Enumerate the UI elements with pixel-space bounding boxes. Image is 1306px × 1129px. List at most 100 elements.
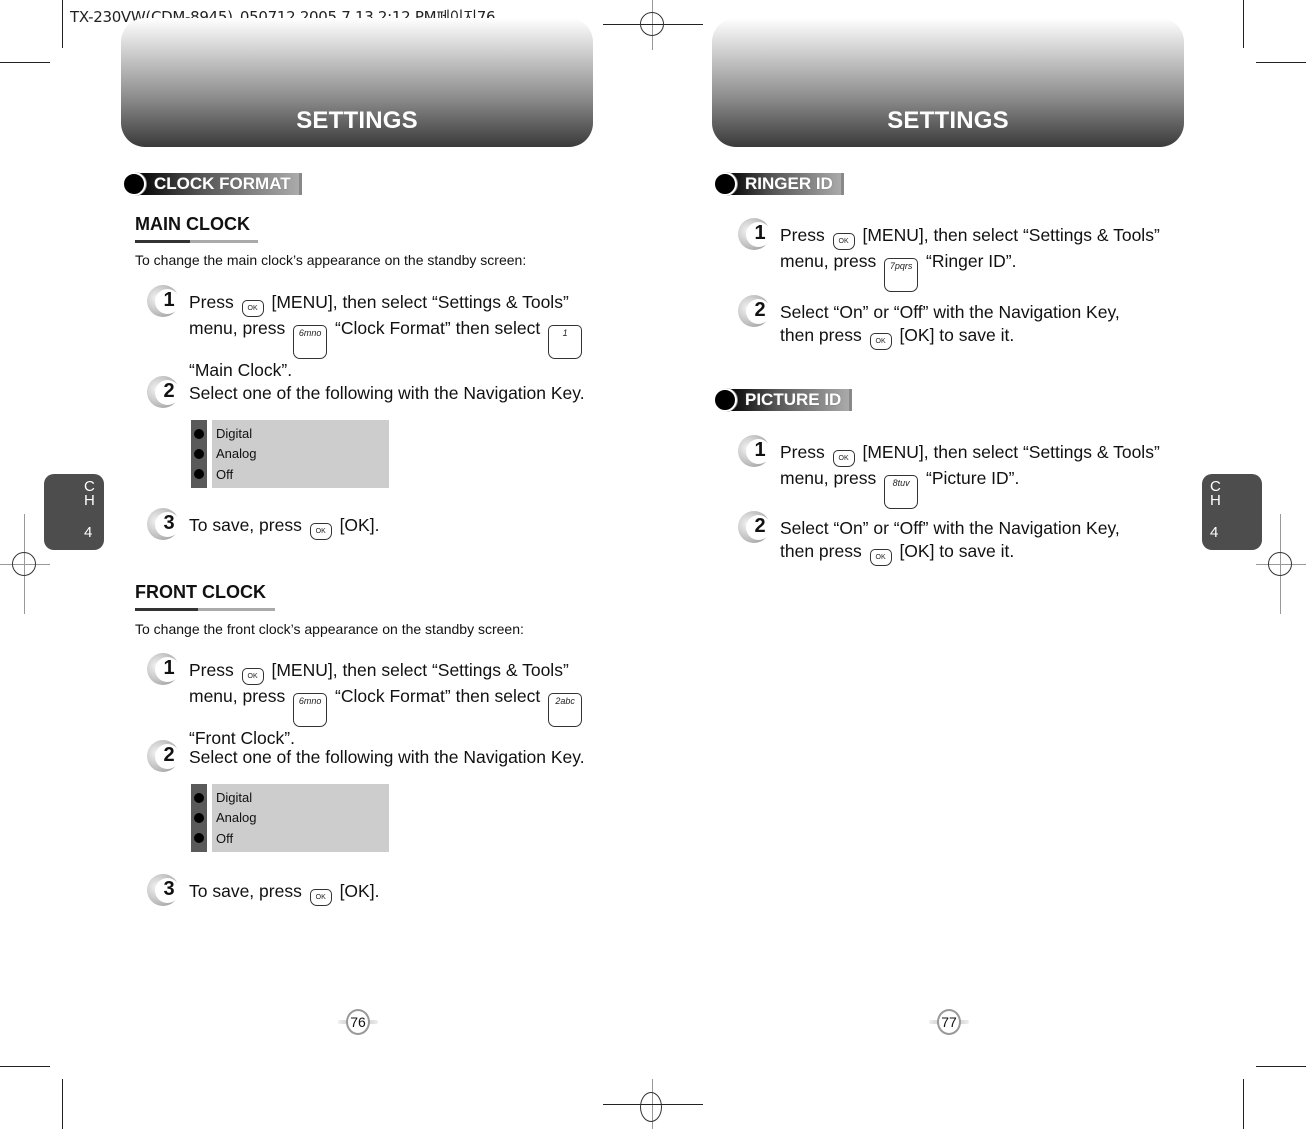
options-list-front-clock: Digital Analog Off	[191, 784, 389, 852]
step-number-badge: 1	[147, 285, 181, 319]
banner-title: SETTINGS	[296, 107, 418, 134]
option-analog[interactable]: Analog	[216, 446, 385, 461]
step-3-front-clock: 3 To save, press OK [OK].	[147, 874, 607, 908]
ok-key-icon: OK	[869, 332, 892, 350]
subheading-label: FRONT CLOCK	[135, 582, 266, 602]
page-number-left: 76	[338, 1009, 378, 1035]
chapter-tab-letters: CH	[84, 479, 95, 509]
step-text: Press OK [MENU], then select “Settings &…	[189, 291, 607, 382]
step-2-main-clock: 2 Select one of the following with the N…	[147, 376, 617, 410]
ok-key-icon: OK	[832, 233, 855, 250]
registration-mark	[1268, 552, 1292, 576]
bullet-icon	[194, 429, 204, 439]
bullet-icon	[194, 449, 204, 459]
chapter-tab-letters: CH	[1210, 479, 1221, 509]
ok-key-icon: OK	[309, 523, 332, 540]
step-text: Select one of the following with the Nav…	[189, 747, 585, 767]
step-number-badge: 3	[147, 874, 181, 908]
step-number-badge: 2	[738, 511, 772, 545]
page-banner-right: SETTINGS	[712, 18, 1184, 147]
bullet-icon	[713, 172, 737, 196]
option-bullets	[191, 784, 207, 852]
subheading-front-clock: FRONT CLOCK	[135, 582, 275, 611]
section-header-ringer-id: RINGER ID	[713, 172, 844, 196]
step-2-picture-id: 2 Select “On” or “Off” with the Navigati…	[738, 511, 1158, 566]
step-text: Press OK [MENU], then select “Settings &…	[189, 659, 607, 750]
step-text: To save, press OK [OK].	[189, 880, 379, 908]
registration-mark	[640, 1092, 662, 1122]
section-header-label: RINGER ID	[727, 173, 844, 195]
step-number-badge: 1	[147, 653, 181, 687]
step-2-front-clock: 2 Select one of the following with the N…	[147, 740, 617, 774]
crop-mark	[62, 1079, 63, 1129]
option-digital[interactable]: Digital	[216, 426, 385, 441]
subheading-label: MAIN CLOCK	[135, 214, 250, 234]
key-2-icon: 2abc	[548, 693, 583, 727]
crop-mark	[62, 0, 63, 48]
registration-mark	[640, 12, 664, 36]
chapter-letter-h: H	[1210, 492, 1221, 509]
step-number-badge: 1	[738, 218, 772, 252]
section-header-label: PICTURE ID	[727, 389, 853, 411]
intro-main-clock: To change the main clock’s appearance on…	[135, 252, 527, 268]
chapter-number: 4	[1210, 524, 1219, 541]
key-1-icon: 1	[548, 325, 583, 359]
section-header-clock-format: CLOCK FORMAT	[122, 172, 302, 196]
step-number-badge: 2	[147, 740, 181, 774]
crop-mark	[1256, 1066, 1306, 1067]
subheading-main-clock: MAIN CLOCK	[135, 214, 258, 243]
step-number-badge: 1	[738, 435, 772, 469]
crop-mark	[1243, 0, 1244, 48]
section-header-picture-id: PICTURE ID	[713, 388, 853, 412]
step-1-main-clock: 1 Press OK [MENU], then select “Settings…	[147, 285, 607, 382]
step-number-badge: 2	[738, 295, 772, 329]
bullet-icon	[122, 172, 146, 196]
bullet-icon	[194, 833, 204, 843]
step-3-main-clock: 3 To save, press OK [OK].	[147, 508, 607, 542]
section-header-label: CLOCK FORMAT	[136, 173, 302, 195]
step-text: Press OK [MENU], then select “Settings &…	[780, 441, 1198, 509]
subheading-underline	[135, 240, 258, 243]
step-1-picture-id: 1 Press OK [MENU], then select “Settings…	[738, 435, 1198, 509]
key-6-icon: 6mno	[293, 693, 328, 727]
ok-key-icon: OK	[309, 889, 332, 906]
bullet-icon	[194, 813, 204, 823]
chapter-letter-h: H	[84, 492, 95, 509]
crop-mark	[0, 1066, 50, 1067]
option-bullets	[191, 420, 207, 488]
step-number-badge: 2	[147, 376, 181, 410]
option-off[interactable]: Off	[216, 467, 385, 482]
crop-mark	[1243, 1079, 1244, 1129]
page-banner-left: SETTINGS	[121, 18, 593, 147]
step-text: Select “On” or “Off” with the Navigation…	[780, 517, 1158, 566]
key-6-icon: 6mno	[293, 325, 328, 359]
subheading-underline	[135, 608, 275, 611]
step-text: To save, press OK [OK].	[189, 514, 379, 542]
option-off[interactable]: Off	[216, 831, 385, 846]
step-1-ringer-id: 1 Press OK [MENU], then select “Settings…	[738, 218, 1198, 292]
options-list-main-clock: Digital Analog Off	[191, 420, 389, 488]
banner-title: SETTINGS	[887, 107, 1009, 134]
step-text: Select one of the following with the Nav…	[189, 383, 585, 403]
crop-mark	[0, 62, 50, 63]
page-number-right: 77	[929, 1009, 969, 1035]
key-8-icon: 8tuv	[884, 475, 919, 509]
bullet-icon	[194, 793, 204, 803]
registration-mark	[12, 552, 36, 576]
ok-key-icon: OK	[832, 450, 855, 467]
chapter-number: 4	[84, 524, 93, 541]
chapter-tab-right: CH 4	[1202, 474, 1262, 550]
ok-key-icon: OK	[869, 548, 892, 566]
step-1-front-clock: 1 Press OK [MENU], then select “Settings…	[147, 653, 607, 750]
crop-mark	[1256, 62, 1306, 63]
key-7-icon: 7pqrs	[884, 258, 919, 292]
option-digital[interactable]: Digital	[216, 790, 385, 805]
bullet-icon	[194, 469, 204, 479]
ok-key-icon: OK	[241, 300, 264, 317]
chapter-tab-left: CH 4	[44, 474, 104, 550]
intro-front-clock: To change the front clock’s appearance o…	[135, 621, 524, 637]
option-analog[interactable]: Analog	[216, 810, 385, 825]
step-text: Select “On” or “Off” with the Navigation…	[780, 301, 1158, 350]
step-number-badge: 3	[147, 508, 181, 542]
bullet-icon	[713, 388, 737, 412]
